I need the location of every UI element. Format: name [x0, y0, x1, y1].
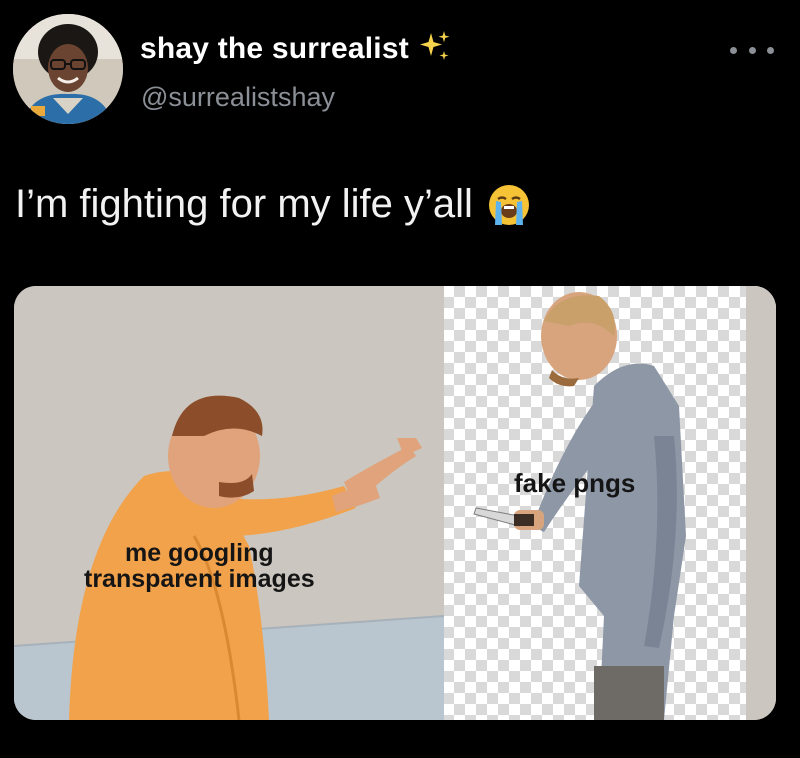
- more-dot: [748, 46, 756, 54]
- tweet: shay the surrealist @surrealistshay I’m …: [0, 0, 800, 758]
- more-options-button[interactable]: [730, 40, 774, 60]
- display-name[interactable]: shay the surrealist: [140, 32, 409, 66]
- tweet-text: I’m fighting for my life y’all: [15, 182, 531, 227]
- more-dot: [730, 46, 737, 54]
- caption-left-line-2: transparent images: [84, 565, 315, 594]
- caption-left: me googling transparent images: [84, 540, 315, 593]
- meme-illustration: [14, 286, 776, 720]
- avatar-image: [13, 14, 123, 124]
- caption-right: fake pngs: [514, 468, 636, 498]
- more-dot: [767, 46, 774, 54]
- avatar[interactable]: [13, 14, 123, 124]
- name-row: shay the surrealist: [140, 31, 453, 66]
- meme-image[interactable]: me googling transparent images fake pngs: [14, 286, 776, 720]
- loudly-crying-face-icon: [488, 184, 529, 225]
- tweet-text-content: I’m fighting for my life y’all: [15, 182, 473, 226]
- sparkles-icon: [419, 31, 450, 60]
- caption-left-line-1: me googling: [125, 539, 274, 567]
- user-handle[interactable]: @surrealistshay: [141, 82, 335, 113]
